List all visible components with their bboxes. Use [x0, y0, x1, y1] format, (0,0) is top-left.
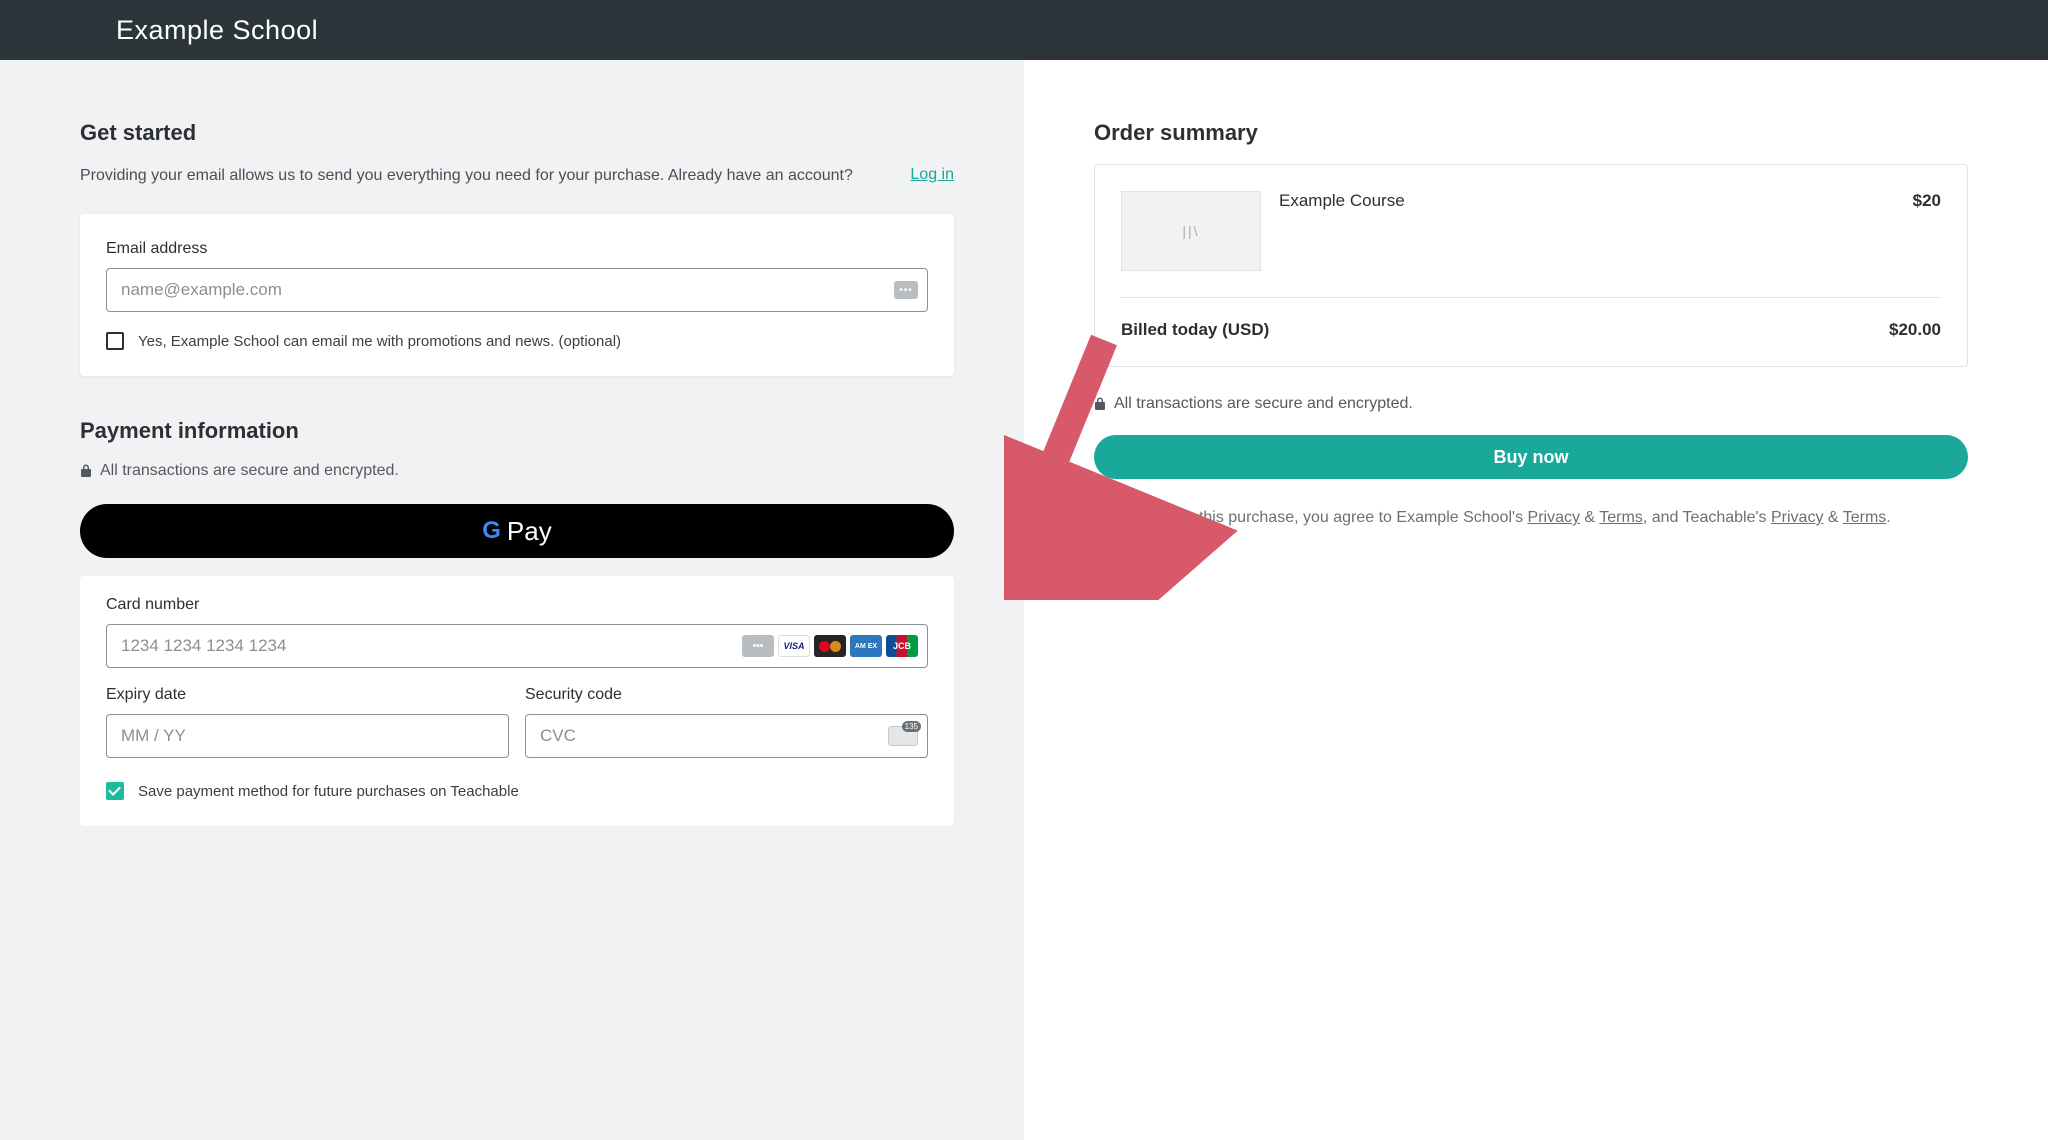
- cvc-label: Security code: [525, 686, 928, 704]
- teachable-terms-link[interactable]: Terms: [1843, 509, 1887, 526]
- save-payment-checkbox[interactable]: [106, 782, 124, 800]
- get-started-subtext: Providing your email allows us to send y…: [80, 164, 853, 188]
- visa-icon: VISA: [778, 635, 810, 657]
- course-thumbnail: ||\: [1121, 191, 1261, 271]
- get-started-row: Providing your email allows us to send y…: [80, 164, 954, 188]
- total-label: Billed today (USD): [1121, 320, 1269, 340]
- payment-secure-row: All transactions are secure and encrypte…: [80, 462, 954, 480]
- get-started-heading: Get started: [80, 120, 954, 146]
- expiry-label: Expiry date: [106, 686, 509, 704]
- summary-box: ||\ Example Course $20 Billed today (USD…: [1094, 164, 1968, 367]
- payment-secure-text: All transactions are secure and encrypte…: [100, 462, 399, 480]
- lock-icon: [1094, 397, 1106, 411]
- school-privacy-link[interactable]: Privacy: [1528, 509, 1580, 526]
- total-value: $20.00: [1889, 320, 1941, 340]
- header-bar: Example School: [0, 0, 2048, 60]
- page-container: Get started Providing your email allows …: [0, 60, 2048, 1140]
- promo-checkbox-label: Yes, Example School can email me with pr…: [138, 333, 621, 350]
- left-column: Get started Providing your email allows …: [0, 60, 1024, 1140]
- autofill-card-icon: •••: [742, 635, 774, 657]
- email-label: Email address: [106, 240, 928, 258]
- gpay-button[interactable]: G Pay: [80, 504, 954, 558]
- summary-secure-text: All transactions are secure and encrypte…: [1114, 395, 1413, 413]
- expiry-cvc-row: Expiry date Security code: [106, 686, 928, 758]
- email-input[interactable]: [106, 268, 928, 312]
- total-row: Billed today (USD) $20.00: [1121, 297, 1941, 340]
- cvc-hint-icon: [888, 726, 918, 746]
- gpay-logo: G Pay: [482, 516, 551, 547]
- summary-item: ||\ Example Course $20: [1121, 191, 1941, 271]
- teachable-privacy-link[interactable]: Privacy: [1771, 509, 1823, 526]
- mastercard-icon: [814, 635, 846, 657]
- promo-checkbox-row: Yes, Example School can email me with pr…: [106, 332, 928, 350]
- autofill-icon: •••: [894, 281, 918, 299]
- card-details-card: Card number ••• VISA AM EX JCB Expiry da…: [80, 576, 954, 826]
- school-terms-link[interactable]: Terms: [1599, 509, 1643, 526]
- summary-secure-row: All transactions are secure and encrypte…: [1094, 395, 1968, 413]
- item-price: $20: [1913, 191, 1941, 271]
- lock-icon: [80, 464, 92, 478]
- gpay-label: Pay: [507, 516, 552, 547]
- jcb-icon: JCB: [886, 635, 918, 657]
- save-payment-row: Save payment method for future purchases…: [106, 782, 928, 800]
- payment-heading: Payment information: [80, 418, 954, 444]
- amex-icon: AM EX: [850, 635, 882, 657]
- buy-now-button[interactable]: Buy now: [1094, 435, 1968, 479]
- email-input-wrap: •••: [106, 268, 928, 312]
- card-number-label: Card number: [106, 596, 928, 614]
- item-name: Example Course: [1279, 191, 1405, 271]
- login-link[interactable]: Log in: [910, 166, 954, 184]
- card-number-wrap: ••• VISA AM EX JCB: [106, 624, 928, 668]
- summary-heading: Order summary: [1094, 120, 1968, 146]
- card-brand-icons: ••• VISA AM EX JCB: [742, 635, 918, 657]
- cvc-input[interactable]: [525, 714, 928, 758]
- save-payment-label: Save payment method for future purchases…: [138, 783, 519, 800]
- email-card: Email address ••• Yes, Example School ca…: [80, 214, 954, 376]
- right-column: Order summary ||\ Example Course $20 Bil…: [1024, 60, 2048, 1140]
- site-title: Example School: [116, 15, 318, 46]
- promo-checkbox[interactable]: [106, 332, 124, 350]
- expiry-input[interactable]: [106, 714, 509, 758]
- legal-text: By completing this purchase, you agree t…: [1094, 505, 1968, 531]
